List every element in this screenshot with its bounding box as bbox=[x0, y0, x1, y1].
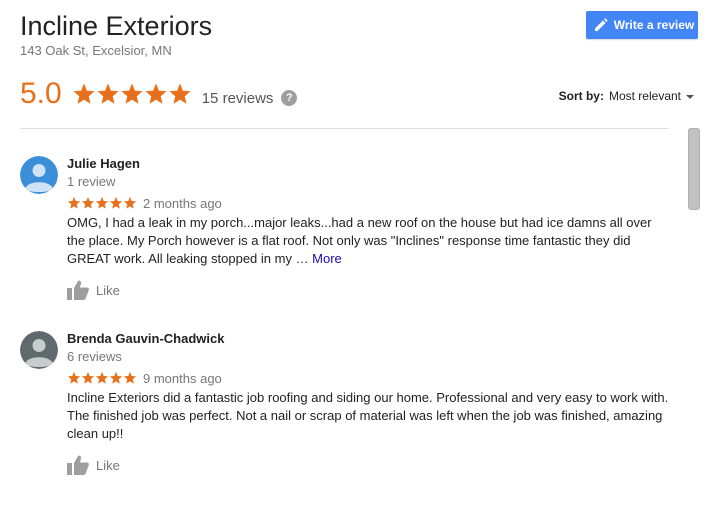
caret-down-icon bbox=[686, 94, 694, 99]
reviewer-name[interactable]: Brenda Gauvin-Chadwick bbox=[67, 331, 670, 347]
like-button[interactable]: Like bbox=[67, 455, 670, 475]
review-date: 9 months ago bbox=[143, 370, 222, 386]
rating-value: 5.0 bbox=[20, 77, 62, 110]
star-icon bbox=[121, 83, 143, 104]
review-date: 2 months ago bbox=[143, 195, 222, 211]
more-link[interactable]: More bbox=[312, 251, 342, 266]
rating-stars bbox=[72, 82, 192, 106]
sort-value: Most relevant bbox=[608, 89, 681, 103]
like-label: Like bbox=[96, 282, 120, 298]
like-button[interactable]: Like bbox=[67, 280, 670, 300]
star-icon bbox=[81, 371, 95, 384]
star-icon bbox=[95, 196, 109, 209]
star-icon bbox=[73, 83, 95, 104]
avatar[interactable] bbox=[20, 331, 58, 369]
business-address: 143 Oak St, Excelsior, MN bbox=[20, 43, 172, 58]
star-icon bbox=[95, 371, 109, 384]
star-icon bbox=[67, 196, 81, 209]
scrollbar-thumb[interactable] bbox=[688, 128, 700, 210]
pencil-icon bbox=[594, 18, 608, 32]
review-text-body: OMG, I had a leak in my porch...major le… bbox=[67, 215, 652, 266]
reviewer-review-count[interactable]: 1 review bbox=[67, 174, 670, 190]
star-icon bbox=[81, 196, 95, 209]
star-icon bbox=[97, 83, 119, 104]
review-text-body: Incline Exteriors did a fantastic job ro… bbox=[67, 390, 669, 441]
star-icon bbox=[123, 371, 137, 384]
review-stars bbox=[67, 196, 137, 210]
star-icon bbox=[145, 83, 167, 104]
reviewer-review-count[interactable]: 6 reviews bbox=[67, 349, 670, 365]
thumbs-up-icon bbox=[67, 455, 89, 475]
star-icon bbox=[169, 83, 191, 104]
like-label: Like bbox=[96, 457, 120, 473]
sort-dropdown[interactable]: Sort by: Most relevant bbox=[559, 89, 694, 103]
avatar[interactable] bbox=[20, 156, 58, 194]
review-stars bbox=[67, 371, 137, 385]
star-icon bbox=[67, 371, 81, 384]
divider bbox=[20, 128, 669, 129]
help-icon[interactable]: ? bbox=[281, 90, 298, 106]
sort-label: Sort by: bbox=[558, 89, 604, 103]
star-icon bbox=[109, 371, 123, 384]
write-review-label: Write a review bbox=[613, 18, 695, 32]
reviewer-name[interactable]: Julie Hagen bbox=[67, 156, 670, 172]
review-text: Incline Exteriors did a fantastic job ro… bbox=[67, 389, 670, 443]
star-icon bbox=[123, 196, 137, 209]
thumbs-up-icon bbox=[67, 280, 89, 300]
review-text: OMG, I had a leak in my porch...major le… bbox=[67, 214, 670, 268]
write-review-button[interactable]: Write a review bbox=[586, 11, 698, 39]
rating-summary: 5.0 15 reviews ? bbox=[20, 74, 298, 114]
star-icon bbox=[109, 196, 123, 209]
reviews-count[interactable]: 15 reviews bbox=[202, 90, 274, 107]
